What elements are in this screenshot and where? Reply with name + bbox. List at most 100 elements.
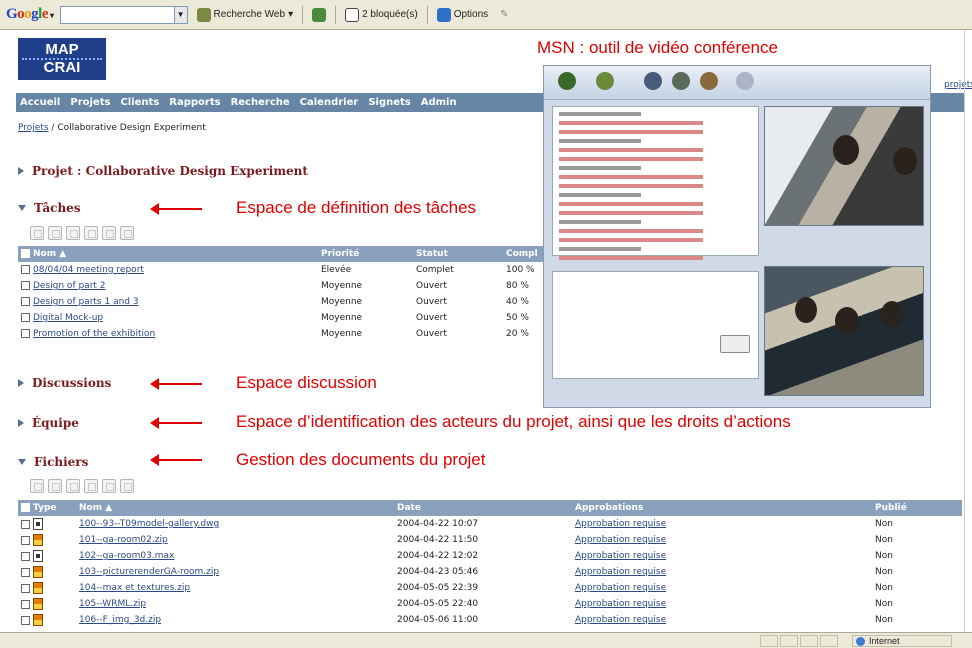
col-completion[interactable]: Compl: [503, 246, 543, 262]
nav-rapports[interactable]: Rapports: [169, 97, 220, 108]
edit-file-icon[interactable]: [48, 479, 62, 493]
approval-link[interactable]: Approbation requise: [575, 615, 666, 625]
msn-message-input[interactable]: [552, 271, 759, 379]
col-filename[interactable]: Nom ▲: [76, 500, 394, 516]
row-checkbox[interactable]: [21, 265, 30, 274]
nav-clients[interactable]: Clients: [120, 97, 159, 108]
col-name[interactable]: Nom ▲: [18, 246, 318, 262]
status-cell: [820, 635, 838, 647]
task-link[interactable]: Digital Mock-up: [33, 313, 103, 323]
google-logo[interactable]: Google ▾: [6, 6, 54, 23]
row-checkbox[interactable]: [21, 583, 30, 593]
col-status[interactable]: Statut: [413, 246, 503, 262]
send-files-icon[interactable]: [596, 72, 614, 90]
upload-file-icon[interactable]: [30, 479, 44, 493]
invite-icon[interactable]: [558, 72, 576, 90]
search-history-dropdown[interactable]: ▼: [173, 5, 188, 24]
file-link[interactable]: 102--ga-room03.max: [79, 551, 174, 561]
task-link[interactable]: 08/04/04 meeting report: [33, 265, 144, 275]
row-checkbox[interactable]: [21, 551, 30, 561]
breadcrumb-projets-link[interactable]: Projets: [18, 123, 49, 133]
approval-link[interactable]: Approbation requise: [575, 583, 666, 593]
col-priority[interactable]: Priorité: [318, 246, 413, 262]
nav-calendrier[interactable]: Calendrier: [300, 97, 359, 108]
col-date[interactable]: Date: [394, 500, 572, 516]
webcam-icon[interactable]: [644, 72, 662, 90]
col-approvals[interactable]: Approbations: [572, 500, 872, 516]
section-discussions[interactable]: Discussions: [18, 376, 111, 390]
col-type[interactable]: Type: [18, 500, 76, 516]
approval-link[interactable]: Approbation requise: [575, 519, 666, 529]
copy-file-icon[interactable]: [66, 479, 80, 493]
delete-task-icon[interactable]: [102, 226, 116, 240]
options-button[interactable]: Options: [434, 5, 491, 25]
audio-icon[interactable]: [672, 72, 690, 90]
col-published[interactable]: Publié: [872, 500, 962, 516]
map-crai-logo[interactable]: MAP CRAI: [18, 38, 106, 80]
section-files[interactable]: Fichiers: [18, 455, 88, 469]
annotation-arrow-discussion: [150, 378, 202, 390]
row-checkbox[interactable]: [21, 615, 30, 625]
approval-link[interactable]: Approbation requise: [575, 551, 666, 561]
copy-task-icon[interactable]: [66, 226, 80, 240]
file-link[interactable]: 100--93--T09model-gallery.dwg: [79, 519, 219, 529]
archive-file-icon: [33, 534, 43, 546]
section-team[interactable]: Équipe: [18, 416, 79, 430]
expand-arrow-icon: [18, 379, 24, 387]
file-link[interactable]: 104--max et textures.zip: [79, 583, 190, 593]
nav-signets[interactable]: Signets: [368, 97, 410, 108]
tasks-toolbar: [30, 226, 134, 240]
edit-task-icon[interactable]: [48, 226, 62, 240]
popup-blocker-button[interactable]: 2 bloquée(s): [342, 5, 421, 25]
file-link[interactable]: 101--ga-room02.zip: [79, 535, 168, 545]
highlighter-button[interactable]: ✎: [497, 5, 511, 25]
participant-head: [835, 307, 859, 335]
activities-icon[interactable]: [700, 72, 718, 90]
row-checkbox[interactable]: [21, 599, 30, 609]
new-task-icon[interactable]: [30, 226, 44, 240]
row-checkbox[interactable]: [21, 313, 30, 322]
msn-chat-history[interactable]: [552, 106, 759, 260]
approve-file-icon[interactable]: [120, 479, 134, 493]
nav-admin[interactable]: Admin: [421, 97, 457, 108]
print-task-icon[interactable]: [120, 226, 134, 240]
move-file-icon[interactable]: [84, 479, 98, 493]
msn-window[interactable]: [543, 65, 931, 408]
task-link[interactable]: Design of part 2: [33, 281, 106, 291]
row-checkbox[interactable]: [21, 567, 30, 577]
nav-projets[interactable]: Projets: [70, 97, 110, 108]
file-link[interactable]: 103--picturerenderGA-room.zip: [79, 567, 219, 577]
google-search-input[interactable]: [59, 5, 175, 24]
approval-link[interactable]: Approbation requise: [575, 567, 666, 577]
window-scrollbar[interactable]: [964, 30, 972, 632]
row-checkbox[interactable]: [21, 281, 30, 290]
archive-file-icon: [33, 582, 43, 594]
row-checkbox[interactable]: [21, 535, 30, 545]
msn-toolbar: [544, 66, 930, 100]
approval-link[interactable]: Approbation requise: [575, 535, 666, 545]
msn-send-button[interactable]: [720, 335, 750, 353]
select-all-checkbox[interactable]: [21, 503, 30, 512]
files-table: Type Nom ▲ Date Approbations Publié 100-…: [18, 500, 962, 628]
annotation-arrow-tasks: [150, 203, 202, 215]
task-link[interactable]: Promotion of the exhibition: [33, 329, 155, 339]
task-link[interactable]: Design of parts 1 and 3: [33, 297, 139, 307]
file-link[interactable]: 105--WRML.zip: [79, 599, 146, 609]
move-task-icon[interactable]: [84, 226, 98, 240]
row-checkbox[interactable]: [21, 297, 30, 306]
select-all-checkbox[interactable]: [21, 249, 30, 258]
project-title[interactable]: Projet : Collaborative Design Experiment: [18, 164, 308, 178]
games-icon[interactable]: [736, 72, 754, 90]
file-link[interactable]: 106--F_img_3d.zip: [79, 615, 161, 625]
annotation-arrow-files: [150, 454, 202, 466]
section-tasks[interactable]: Tâches: [18, 201, 81, 215]
search-web-button[interactable]: Recherche Web ▾: [194, 5, 297, 25]
nav-recherche[interactable]: Recherche: [231, 97, 290, 108]
nav-accueil[interactable]: Accueil: [20, 97, 60, 108]
row-checkbox[interactable]: [21, 519, 30, 529]
delete-file-icon[interactable]: [102, 479, 116, 493]
row-checkbox[interactable]: [21, 329, 30, 338]
pagerank-button[interactable]: [309, 5, 329, 25]
logo-dropdown-arrow[interactable]: ▾: [50, 11, 54, 20]
approval-link[interactable]: Approbation requise: [575, 599, 666, 609]
